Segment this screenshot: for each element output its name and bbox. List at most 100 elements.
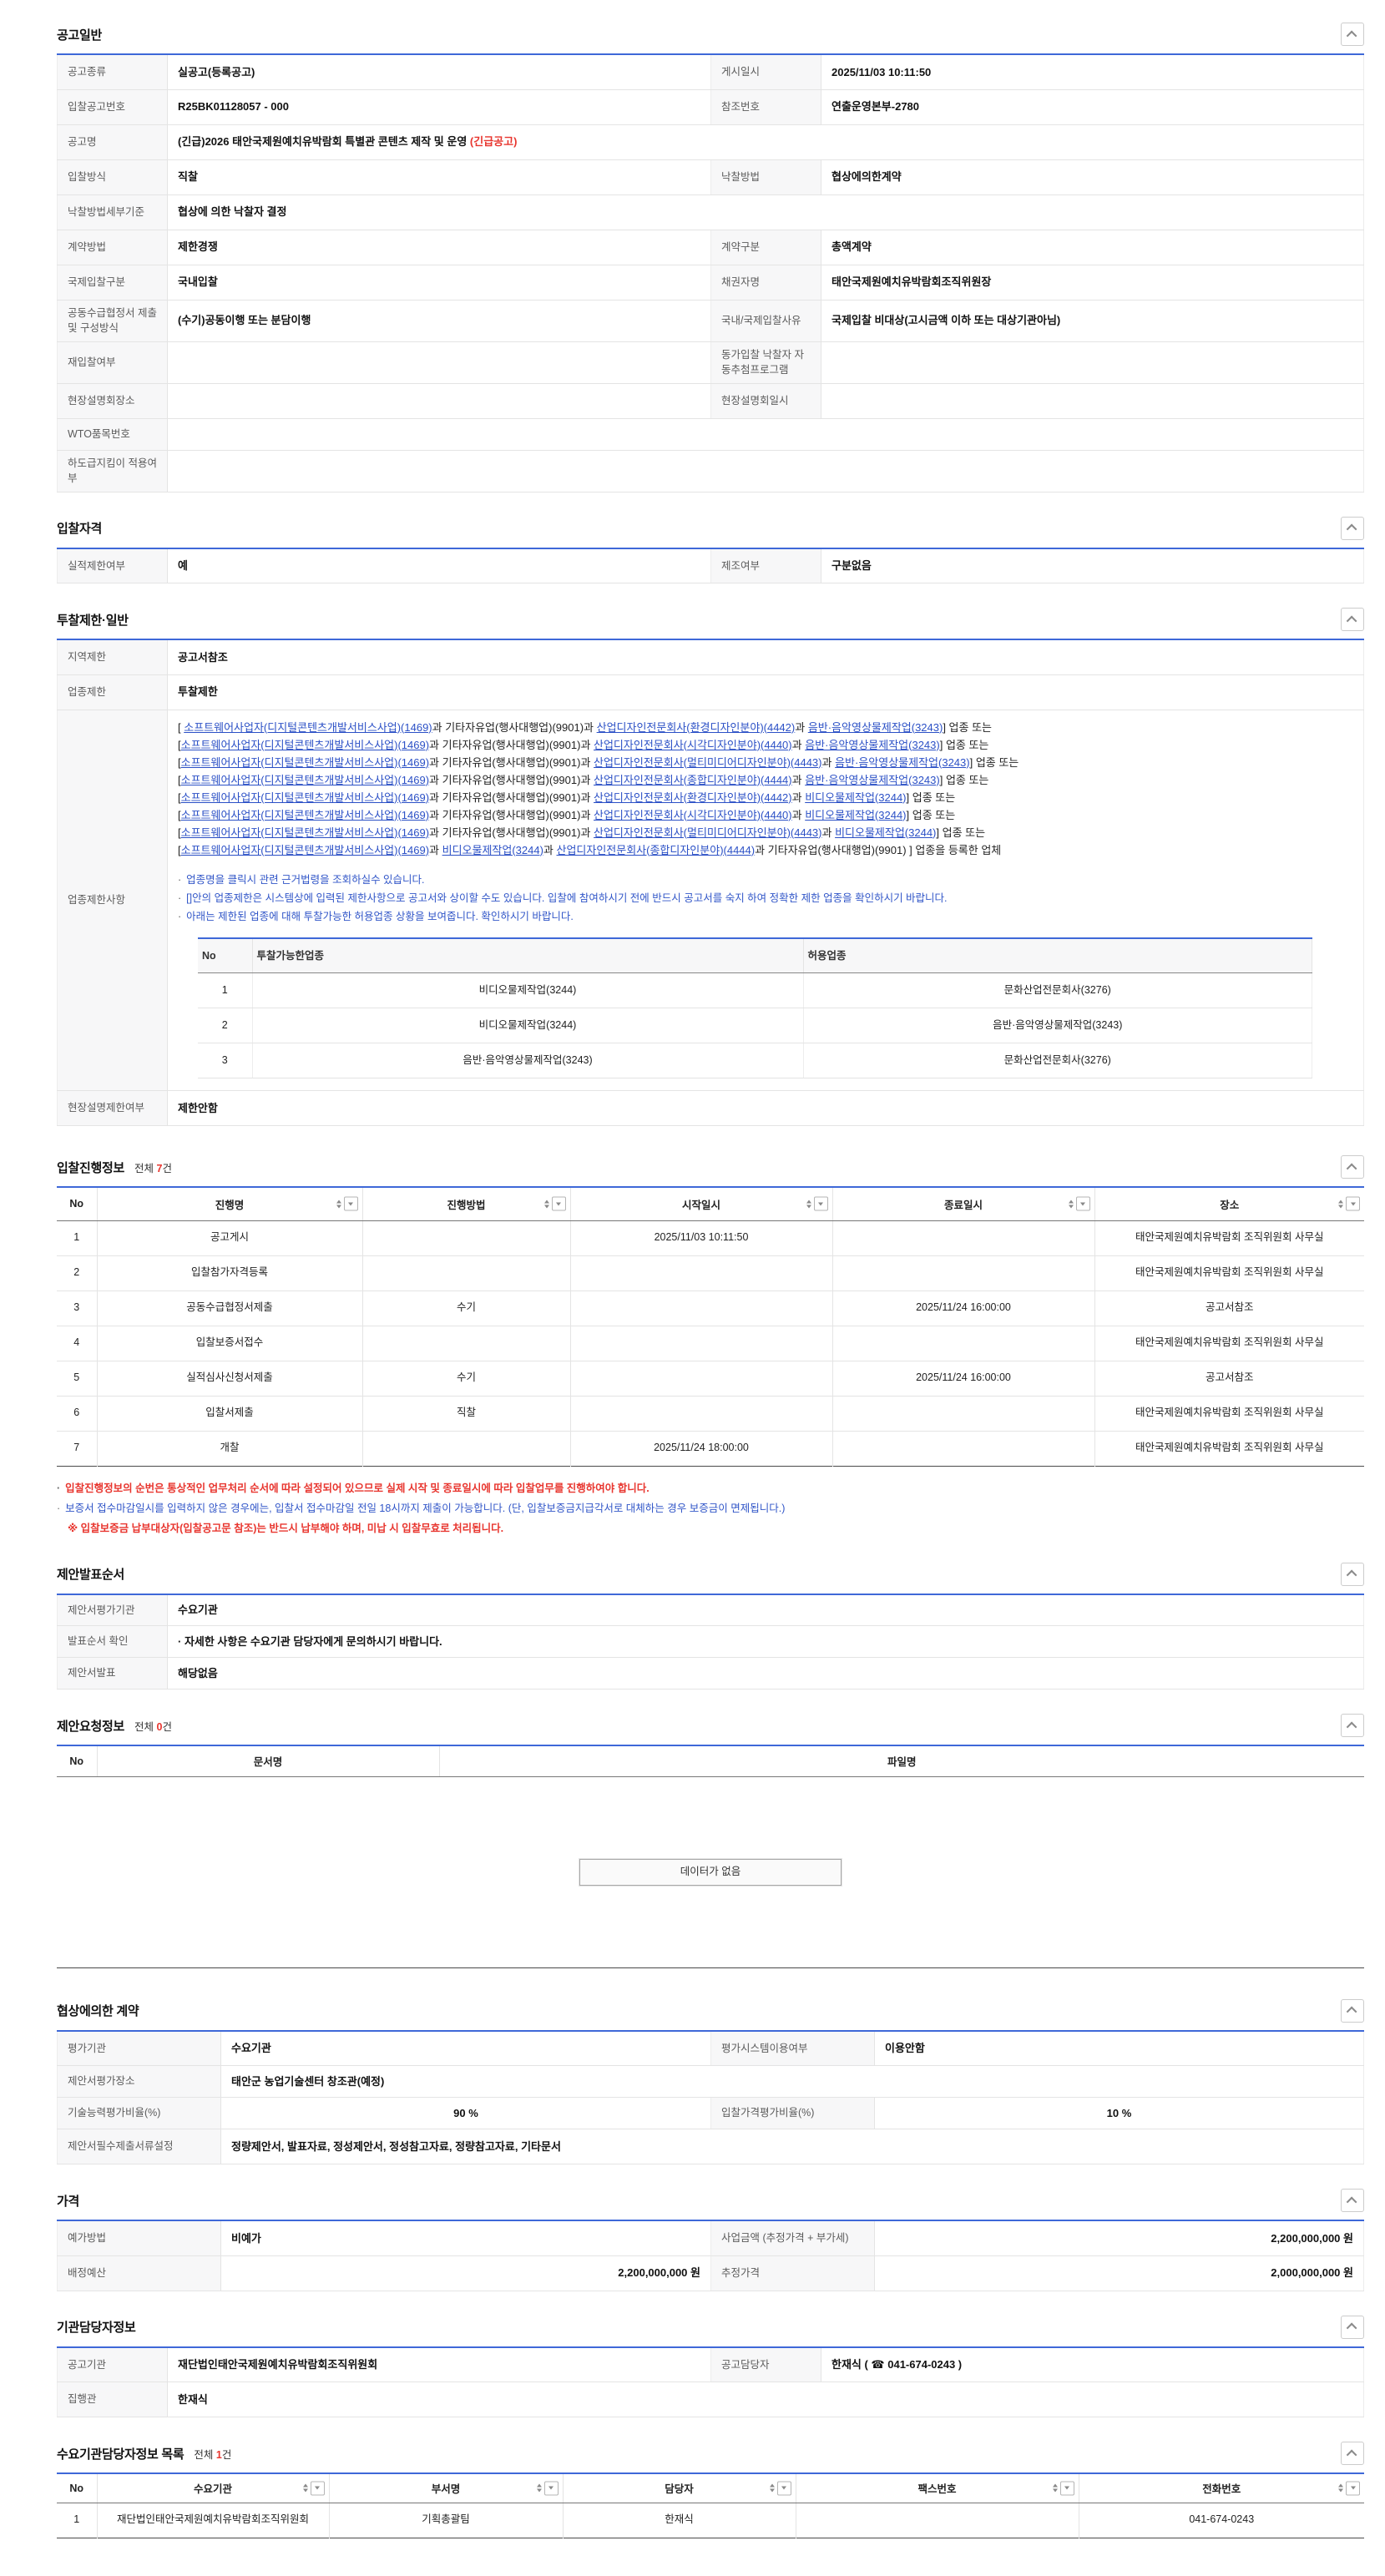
business-type-link[interactable]: 비디오물제작업(3244) xyxy=(805,809,906,821)
department: 기획총괄팀 xyxy=(329,2503,563,2538)
place: 태안국제원예치유박람회 조직위원회 사무실 xyxy=(1094,1396,1364,1431)
business-type-link[interactable]: 소프트웨어사업자(디지털콘텐츠개발서비스사업)(1469) xyxy=(184,721,432,734)
progress-row: 7개찰2025/11/24 18:00:00태안국제원예치유박람회 조직위원회 … xyxy=(57,1431,1364,1466)
business-type-link[interactable]: 산업디자인전문회사(환경디자인분야)(4442) xyxy=(597,721,796,734)
table-row: 제안서발표해당없음 xyxy=(58,1658,1364,1690)
section-title-progress: 입찰진행정보 xyxy=(57,1159,124,1176)
collapse-button-restriction[interactable] xyxy=(1341,608,1364,631)
step-name: 실적심사신청서제출 xyxy=(97,1361,362,1396)
section-title-general: 공고일반 xyxy=(57,26,102,43)
business-type-link[interactable]: 산업디자인전문회사(종합디자인분야)(4444) xyxy=(594,774,792,786)
collapse-button-price[interactable] xyxy=(1341,2189,1364,2212)
progress-note-red: ·입찰진행정보의 순번은 통상적인 업무처리 순서에 따라 설정되어 있으므로 … xyxy=(57,1478,1364,1498)
row-label: 추정가격 xyxy=(711,2255,875,2291)
sort-control[interactable] xyxy=(303,2481,325,2495)
count-number: 1 xyxy=(216,2449,222,2461)
business-type-link[interactable]: 소프트웨어사업자(디지털콘텐츠개발서비스사업)(1469) xyxy=(181,826,429,839)
row-value xyxy=(168,450,1364,492)
business-type-link[interactable]: 소프트웨어사업자(디지털콘텐츠개발서비스사업)(1469) xyxy=(181,791,429,804)
column-header-place: 장소 xyxy=(1094,1187,1364,1220)
row-value-amount: 2,200,000,000 원 xyxy=(221,2255,711,2291)
business-type-link[interactable]: 음반·음악영상물제작업(3243) xyxy=(805,739,940,751)
allowed-business-row: 3음반·음악영상물제작업(3243)문화산업전문회사(3276) xyxy=(198,1043,1312,1078)
sort-dropdown-icon xyxy=(552,1197,566,1211)
sort-dropdown-icon xyxy=(344,1197,358,1211)
chevron-up-icon xyxy=(1346,1721,1357,1732)
progress-row: 3공동수급협정서제출수기2025/11/24 16:00:00공고서참조 xyxy=(57,1291,1364,1326)
row-label: 제안서필수제출서류설정 xyxy=(58,2129,221,2164)
business-type-link[interactable]: 소프트웨어사업자(디지털콘텐츠개발서비스사업)(1469) xyxy=(181,756,429,769)
restriction-table: 지역제한 공고서참조 업종제한 투찰제한 업종제한사항 [ 소프트웨어사업자(디… xyxy=(57,639,1364,1126)
biz-line-text: 과 기타자유업(행사대행업)(9901)과 xyxy=(429,774,594,786)
row-label: 공고담당자 xyxy=(711,2347,821,2382)
sort-control[interactable] xyxy=(1053,2481,1074,2495)
business-type-link[interactable]: 소프트웨어사업자(디지털콘텐츠개발서비스사업)(1469) xyxy=(181,774,429,786)
sort-control[interactable] xyxy=(1338,1197,1360,1211)
row-value: 국제입찰 비대상(고시금액 이하 또는 대상기관아님) xyxy=(821,300,1364,341)
total-count: 전체 1건 xyxy=(194,2446,231,2462)
sort-control[interactable] xyxy=(770,2481,791,2495)
business-type-link[interactable]: 산업디자인전문회사(멀티미디어디자인분야)(4443) xyxy=(594,756,821,769)
biz-line-text: ] 업종 또는 xyxy=(943,721,992,734)
collapse-button-negotiation[interactable] xyxy=(1341,1999,1364,2023)
fax xyxy=(796,2503,1079,2538)
business-type-link[interactable]: 소프트웨어사업자(디지털콘텐츠개발서비스사업)(1469) xyxy=(181,809,429,821)
restriction-notes: ·업종명을 클릭시 관련 근거법령을 조회하실수 있습니다. ·[]안의 업종제… xyxy=(178,871,1353,926)
chevron-up-icon xyxy=(1346,1163,1357,1174)
sort-control[interactable] xyxy=(1338,2481,1360,2495)
row-label: 업종제한사항 xyxy=(58,710,168,1091)
collapse-button-general[interactable] xyxy=(1341,23,1364,46)
table-row: 제안서필수제출서류설정정량제안서, 발표자료, 정성제안서, 정성참고자료, 정… xyxy=(58,2129,1364,2164)
business-type-link[interactable]: 음반·음악영상물제작업(3243) xyxy=(805,774,940,786)
business-type-link[interactable]: 비디오물제작업(3244) xyxy=(835,826,936,839)
bullet-icon: · xyxy=(178,871,181,889)
business-type-link[interactable]: 비디오물제작업(3244) xyxy=(442,844,543,856)
business-type-link[interactable]: 소프트웨어사업자(디지털콘텐츠개발서비스사업)(1469) xyxy=(181,844,429,856)
collapse-button-presentation[interactable] xyxy=(1341,1563,1364,1586)
sort-control[interactable] xyxy=(544,1197,566,1211)
row-label: 국제입찰구분 xyxy=(58,265,168,300)
row-label: 제안서평가기관 xyxy=(58,1594,168,1626)
collapse-button-progress[interactable] xyxy=(1341,1155,1364,1179)
section-header-presentation: 제안발표순서 xyxy=(57,1562,1364,1587)
column-header-name: 진행명 xyxy=(97,1187,362,1220)
business-type-link[interactable]: 비디오물제작업(3244) xyxy=(805,791,906,804)
business-type-link[interactable]: 음반·음악영상물제작업(3243) xyxy=(808,721,943,734)
business-type-link[interactable]: 산업디자인전문회사(환경디자인분야)(4442) xyxy=(594,791,792,804)
step-method: 수기 xyxy=(362,1361,570,1396)
end-datetime xyxy=(832,1255,1094,1291)
row-label: 재입찰여부 xyxy=(58,341,168,383)
business-type-link[interactable]: 음반·음악영상물제작업(3243) xyxy=(835,756,970,769)
collapse-button-request-info[interactable] xyxy=(1341,1714,1364,1737)
row-value: 연출운영본부-2780 xyxy=(821,89,1364,124)
business-restriction-line: [ 소프트웨어사업자(디지털콘텐츠개발서비스사업)(1469)과 기타자유업(행… xyxy=(178,719,1353,736)
collapse-button-demand[interactable] xyxy=(1341,2442,1364,2465)
sort-control[interactable] xyxy=(1069,1197,1090,1211)
business-restriction-line: [소프트웨어사업자(디지털콘텐츠개발서비스사업)(1469)과 기타자유업(행사… xyxy=(178,789,1353,806)
sort-control[interactable] xyxy=(537,2481,559,2495)
row-value: 한재식 xyxy=(168,2382,1364,2417)
collapse-button-agency[interactable] xyxy=(1341,2316,1364,2339)
sort-arrows-icon xyxy=(1338,1200,1343,1208)
business-type-link[interactable]: 산업디자인전문회사(시각디자인분야)(4440) xyxy=(594,739,792,751)
sort-control[interactable] xyxy=(806,1197,828,1211)
progress-note-blue: ·보증서 접수마감일시를 입력하지 않은 경우에는, 입찰서 접수마감일 전일 … xyxy=(57,1498,1364,1518)
business-type-link[interactable]: 산업디자인전문회사(멀티미디어디자인분야)(4443) xyxy=(594,826,821,839)
collapse-button-qualification[interactable] xyxy=(1341,517,1364,540)
biz-line-text: 과 xyxy=(792,739,806,751)
restriction-note: ·아래는 제한된 업종에 대해 투찰가능한 허용업종 상황을 보여줍니다. 확인… xyxy=(178,907,1353,926)
business-type-link[interactable]: 소프트웨어사업자(디지털콘텐츠개발서비스사업)(1469) xyxy=(181,739,429,751)
start-datetime xyxy=(570,1361,832,1396)
row-value-amount: 2,000,000,000 원 xyxy=(875,2255,1364,2291)
business-type-link[interactable]: 산업디자인전문회사(종합디자인분야)(4444) xyxy=(557,844,756,856)
step-name: 입찰보증서접수 xyxy=(97,1326,362,1361)
table-row: 실적제한여부예 제조여부구분없음 xyxy=(58,548,1364,583)
biddable-type: 음반·음악영상물제작업(3243) xyxy=(252,1043,803,1078)
sort-control[interactable] xyxy=(336,1197,358,1211)
business-type-link[interactable]: 산업디자인전문회사(시각디자인분야)(4440) xyxy=(594,809,792,821)
place: 공고서참조 xyxy=(1094,1361,1364,1396)
no: 5 xyxy=(57,1361,97,1396)
business-restriction-line: [소프트웨어사업자(디지털콘텐츠개발서비스사업)(1469)과 기타자유업(행사… xyxy=(178,736,1353,754)
row-label: 동가입찰 낙찰자 자동추첨프로그램 xyxy=(711,341,821,383)
biz-line-text: ] 업종 또는 xyxy=(940,774,989,786)
